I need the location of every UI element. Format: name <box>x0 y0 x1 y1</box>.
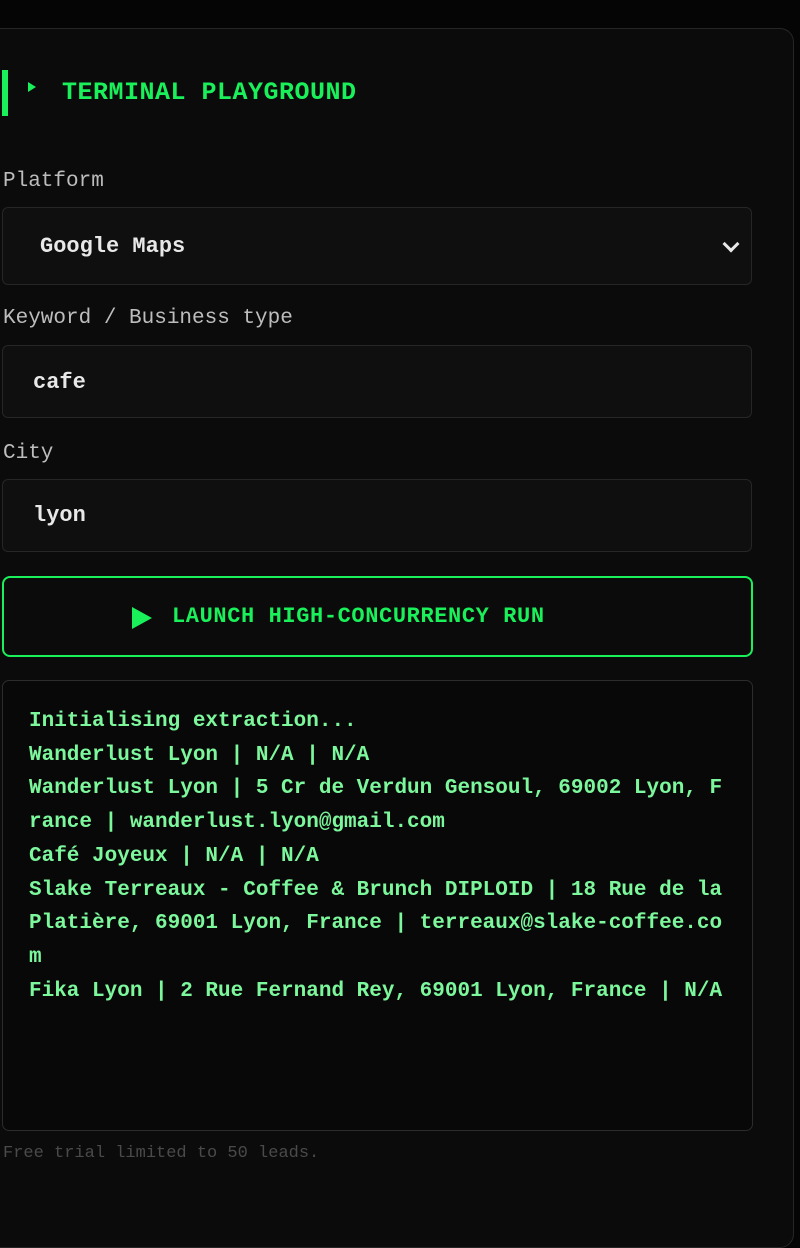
terminal-line: Slake Terreaux - Coffee & Brunch DIPLOID… <box>29 878 723 969</box>
keyword-input-value: cafe <box>33 370 86 395</box>
keyword-label: Keyword / Business type <box>3 307 293 330</box>
city-label: City <box>3 442 54 465</box>
page-title: TERMINAL PLAYGROUND <box>62 78 357 107</box>
platform-select[interactable]: Google Maps <box>2 207 752 285</box>
platform-selected-value: Google Maps <box>40 234 186 259</box>
keyword-input[interactable]: cafe <box>2 345 752 418</box>
terminal-output-lines: Initialising extraction... Wanderlust Ly… <box>29 705 729 1008</box>
chevron-down-icon <box>722 235 740 253</box>
city-input-value: lyon <box>33 503 86 528</box>
playground-header: TERMINAL PLAYGROUND <box>0 70 500 116</box>
terminal-output: Initialising extraction... Wanderlust Ly… <box>2 680 753 1131</box>
caret-right-icon <box>28 82 36 92</box>
platform-label: Platform <box>3 170 104 193</box>
header-accent-bar <box>2 70 8 116</box>
terminal-line: Initialising extraction... <box>29 710 357 733</box>
launch-run-label: LAUNCH HIGH-CONCURRENCY RUN <box>172 604 545 629</box>
terminal-line: Wanderlust Lyon | 5 Cr de Verdun Gensoul… <box>29 777 723 835</box>
city-input[interactable]: lyon <box>2 479 752 552</box>
terminal-line: Wanderlust Lyon | N/A | N/A <box>29 743 370 767</box>
play-icon <box>132 607 152 629</box>
terminal-line: Fika Lyon | 2 Rue Fernand Rey, 69001 Lyo… <box>29 979 723 1003</box>
launch-run-button[interactable]: LAUNCH HIGH-CONCURRENCY RUN <box>2 576 753 657</box>
trial-limit-note: Free trial limited to 50 leads. <box>3 1144 320 1163</box>
terminal-line: Café Joyeux | N/A | N/A <box>29 844 319 868</box>
